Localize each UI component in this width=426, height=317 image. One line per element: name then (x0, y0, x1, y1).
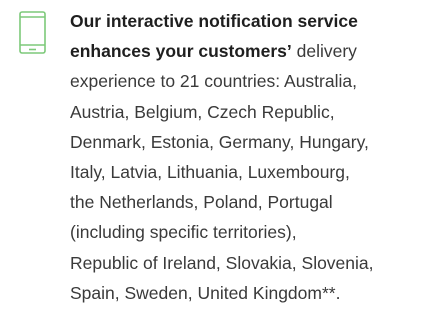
description-line: the Netherlands, Poland, Portugal (70, 192, 333, 213)
description-line: Our interactive notification service (70, 11, 358, 31)
description-line: Spain, Sweden, United Kingdom**. (70, 282, 341, 303)
description-text: delivery (291, 41, 357, 62)
description-line: Italy, Latvia, Lithuania, Luxembourg, (70, 162, 350, 183)
description-line: Republic of Ireland, Slovakia, Slovenia, (70, 252, 374, 273)
feature-description: Our interactive notification service enh… (70, 6, 420, 308)
description-line: experience to 21 countries: Australia, (70, 71, 357, 92)
description-line: Austria, Belgium, Czech Republic, (70, 101, 335, 122)
description-line: enhances your customers’ delivery (70, 36, 420, 66)
description-line: (including specific territories), (70, 222, 297, 243)
description-bold-text: enhances your customers’ (70, 41, 292, 62)
feature-block: Our interactive notification service enh… (0, 0, 426, 317)
mobile-phone-icon (19, 11, 46, 54)
description-line: Denmark, Estonia, Germany, Hungary, (70, 131, 369, 152)
